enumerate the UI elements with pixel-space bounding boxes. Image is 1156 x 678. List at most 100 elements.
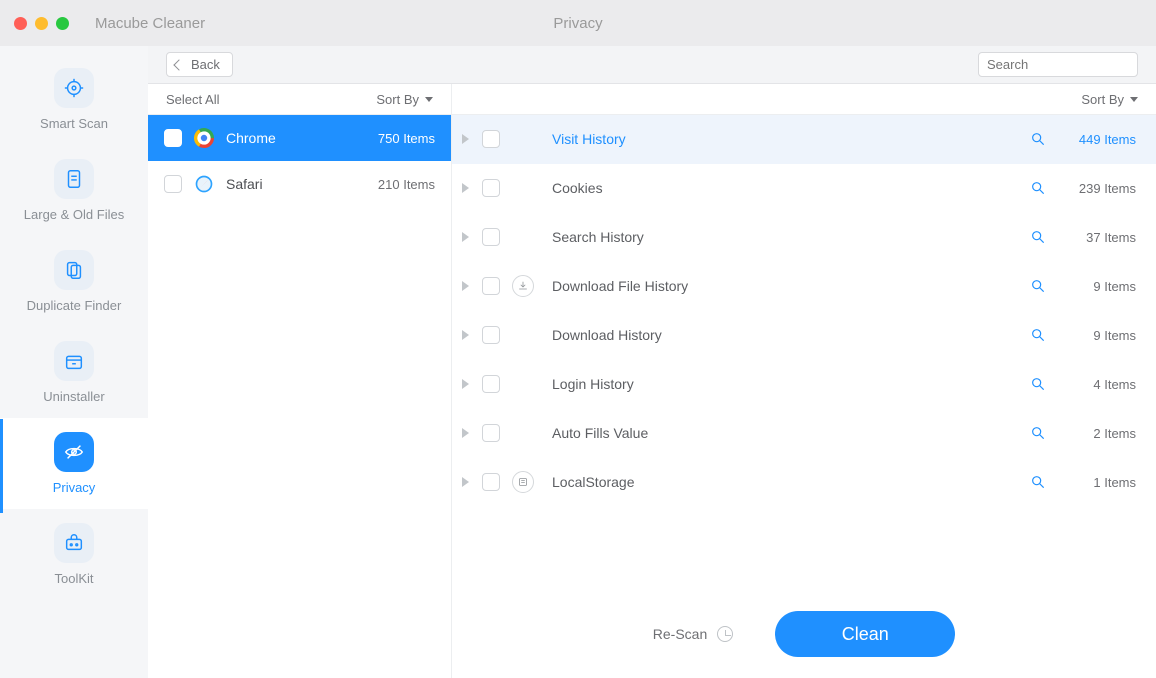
checkbox[interactable] <box>164 175 182 193</box>
item-count: 1 Items <box>1074 475 1136 490</box>
sort-by-dropdown[interactable]: Sort By <box>376 92 433 107</box>
detail-name: LocalStorage <box>552 474 635 490</box>
sort-by-dropdown[interactable]: Sort By <box>1081 92 1138 107</box>
sidebar-item-label: ToolKit <box>54 571 93 586</box>
back-button[interactable]: Back <box>166 52 233 77</box>
expand-icon[interactable] <box>462 184 470 192</box>
select-all-label[interactable]: Select All <box>166 92 219 107</box>
detail-row[interactable]: LocalStorage 1 Items <box>452 458 1156 507</box>
detail-row-right: 449 Items <box>1030 131 1136 147</box>
clean-button[interactable]: Clean <box>775 611 955 657</box>
item-count: 9 Items <box>1074 279 1136 294</box>
checkbox[interactable] <box>482 326 500 344</box>
browser-row-safari[interactable]: Safari 210 Items <box>148 161 451 207</box>
browser-name: Chrome <box>226 130 276 146</box>
columns: Select All Sort By Chrome 750 Items <box>148 84 1156 678</box>
detail-name: Cookies <box>552 180 603 196</box>
browser-row-chrome[interactable]: Chrome 750 Items <box>148 115 451 161</box>
sidebar-item-label: Privacy <box>53 480 96 495</box>
sidebar-item-label: Duplicate Finder <box>27 298 122 313</box>
search-icon[interactable] <box>1030 376 1046 392</box>
checkbox[interactable] <box>164 129 182 147</box>
detail-rows: Visit History449 Items Cookies 239 Items Se… <box>452 115 1156 590</box>
browser-name: Safari <box>226 176 263 192</box>
expand-icon[interactable] <box>462 331 470 339</box>
detail-name: Download File History <box>552 278 688 294</box>
search-icon[interactable] <box>1030 131 1046 147</box>
search-icon[interactable] <box>1030 180 1046 196</box>
checkbox[interactable] <box>482 277 500 295</box>
sidebar-item-label: Smart Scan <box>40 116 108 131</box>
rescan-button[interactable]: Re-Scan <box>653 626 733 642</box>
chevron-left-icon <box>173 59 184 70</box>
item-count: 239 Items <box>1074 181 1136 196</box>
sidebar-icon-wrap <box>54 523 94 563</box>
detail-row[interactable]: Auto Fills Value2 Items <box>452 409 1156 458</box>
expand-icon[interactable] <box>462 380 470 388</box>
checkbox[interactable] <box>482 130 500 148</box>
sort-by-label: Sort By <box>1081 92 1124 107</box>
sidebar-item-uninstaller[interactable]: Uninstaller <box>0 327 148 418</box>
sidebar-item-privacy[interactable]: Privacy <box>0 418 148 509</box>
expand-icon[interactable] <box>462 429 470 437</box>
detail-panel: Sort By Visit History449 Items Cookies 239… <box>452 84 1156 678</box>
chevron-down-icon <box>1130 97 1138 102</box>
detail-row-right: 1 Items <box>1030 474 1136 490</box>
expand-icon[interactable] <box>462 233 470 241</box>
body: Smart Scan Large & Old Files Duplicate F… <box>0 46 1156 678</box>
item-count: 4 Items <box>1074 377 1136 392</box>
eye-off-icon <box>63 441 85 463</box>
chrome-icon <box>194 128 214 148</box>
search-input[interactable] <box>987 57 1156 72</box>
detail-name: Login History <box>552 376 634 392</box>
checkbox[interactable] <box>482 473 500 491</box>
sort-by-label: Sort By <box>376 92 419 107</box>
chevron-down-icon <box>425 97 433 102</box>
checkbox[interactable] <box>482 375 500 393</box>
detail-row-right: 37 Items <box>1030 229 1136 245</box>
minimize-window-button[interactable] <box>35 17 48 30</box>
toolbar: Back <box>148 46 1156 84</box>
sidebar-item-label: Uninstaller <box>43 389 104 404</box>
detail-row[interactable]: Download File History 9 Items <box>452 262 1156 311</box>
titlebar: Macube Cleaner Privacy <box>0 0 1156 46</box>
browser-list-header: Select All Sort By <box>148 84 451 115</box>
search-icon[interactable] <box>1030 425 1046 441</box>
search-icon[interactable] <box>1030 278 1046 294</box>
fullscreen-window-button[interactable] <box>56 17 69 30</box>
checkbox[interactable] <box>482 179 500 197</box>
sidebar-item-duplicate-finder[interactable]: Duplicate Finder <box>0 236 148 327</box>
detail-name: Search History <box>552 229 644 245</box>
browser-list-panel: Select All Sort By Chrome 750 Items <box>148 84 452 678</box>
sidebar-icon-wrap <box>54 341 94 381</box>
checkbox[interactable] <box>482 424 500 442</box>
search-icon[interactable] <box>1030 327 1046 343</box>
rescan-label: Re-Scan <box>653 626 707 642</box>
checkbox[interactable] <box>482 228 500 246</box>
archive-icon <box>63 350 85 372</box>
sidebar-item-label: Large & Old Files <box>24 207 124 222</box>
detail-row[interactable]: Visit History449 Items <box>452 115 1156 164</box>
search-box[interactable] <box>978 52 1138 77</box>
toolbox-icon <box>63 532 85 554</box>
expand-icon[interactable] <box>462 282 470 290</box>
detail-row-right: 9 Items <box>1030 278 1136 294</box>
sidebar-icon-wrap <box>54 159 94 199</box>
expand-icon[interactable] <box>462 135 470 143</box>
detail-row-right: 239 Items <box>1030 180 1136 196</box>
sidebar-item-large-old-files[interactable]: Large & Old Files <box>0 145 148 236</box>
detail-row[interactable]: Download History9 Items <box>452 311 1156 360</box>
expand-icon[interactable] <box>462 478 470 486</box>
search-icon[interactable] <box>1030 229 1046 245</box>
detail-name: Download History <box>552 327 662 343</box>
sidebar-item-toolkit[interactable]: ToolKit <box>0 509 148 600</box>
detail-row[interactable]: Login History 4 Items <box>452 360 1156 409</box>
detail-row[interactable]: Cookies 239 Items <box>452 164 1156 213</box>
detail-name: Auto Fills Value <box>552 425 648 441</box>
close-window-button[interactable] <box>14 17 27 30</box>
sidebar-icon-wrap <box>54 250 94 290</box>
detail-row[interactable]: Search History 37 Items <box>452 213 1156 262</box>
sidebar-item-smart-scan[interactable]: Smart Scan <box>0 54 148 145</box>
search-icon[interactable] <box>1030 474 1046 490</box>
clock-icon <box>717 626 733 642</box>
